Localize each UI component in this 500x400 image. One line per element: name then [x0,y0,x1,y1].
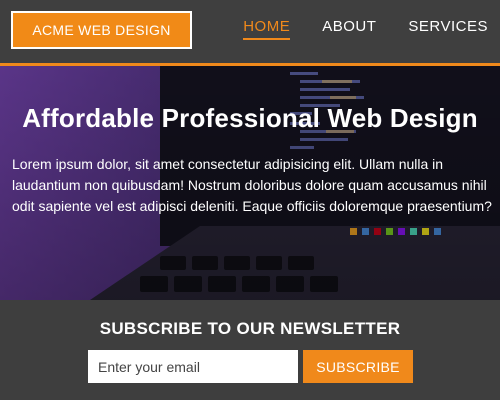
newsletter-title: SUBSCRIBE TO OUR NEWSLETTER [99,319,401,338]
newsletter-section: SUBSCRIBE TO OUR NEWSLETTER SUBSCRIBE [0,300,500,400]
email-input[interactable] [88,350,298,383]
nav-item-home[interactable]: HOME [243,18,291,40]
nav-item-services[interactable]: SERVICES [408,18,488,38]
logo[interactable]: ACME WEB DESIGN [11,11,192,49]
main-nav: HOME ABOUT SERVICES [243,18,488,40]
site-header: ACME WEB DESIGN HOME ABOUT SERVICES [0,0,500,66]
hero-paragraph: Lorem ipsum dolor, sit amet consectetur … [12,156,492,214]
nav-item-about[interactable]: ABOUT [322,18,376,38]
hero-section: Affordable Professional Web Design Lorem… [0,66,500,300]
hero-title: Affordable Professional Web Design [22,103,478,133]
subscribe-button[interactable]: SUBSCRIBE [303,350,413,383]
